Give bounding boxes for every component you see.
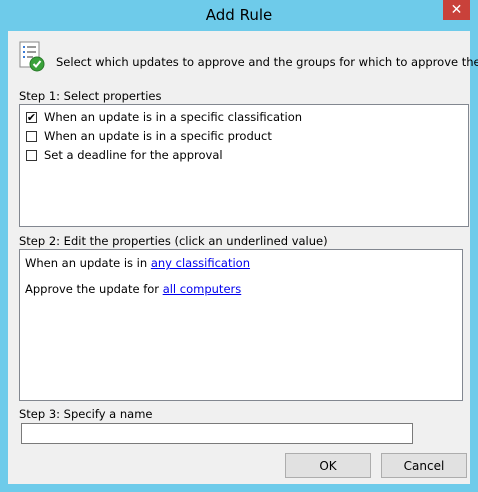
rule-prefix: When an update is in bbox=[25, 256, 151, 270]
close-icon: ✕ bbox=[450, 2, 463, 18]
step1-label: Step 1: Select properties bbox=[19, 89, 162, 103]
checklist-approve-icon bbox=[19, 41, 45, 72]
cancel-button[interactable]: Cancel bbox=[381, 453, 467, 478]
property-item-classification[interactable]: ✔ When an update is in a specific classi… bbox=[26, 110, 302, 124]
title-bar[interactable]: Add Rule ✕ bbox=[0, 0, 478, 31]
step3-label: Step 3: Specify a name bbox=[19, 407, 153, 421]
properties-editor: When an update is in any classification … bbox=[19, 249, 463, 401]
property-item-product[interactable]: When an update is in a specific product bbox=[26, 129, 272, 143]
properties-list: ✔ When an update is in a specific classi… bbox=[19, 104, 469, 227]
property-item-deadline[interactable]: Set a deadline for the approval bbox=[26, 148, 223, 162]
header-instruction: Select which updates to approve and the … bbox=[56, 55, 478, 69]
product-checkbox[interactable] bbox=[26, 130, 37, 142]
computers-rule-line: Approve the update for all computers bbox=[25, 282, 241, 296]
dialog-window: Add Rule ✕ Select which updates to appro… bbox=[0, 0, 478, 492]
property-item-label: When an update is in a specific product bbox=[44, 129, 272, 143]
step2-label: Step 2: Edit the properties (click an un… bbox=[19, 234, 328, 248]
ok-button[interactable]: OK bbox=[285, 453, 371, 478]
any-classification-link[interactable]: any classification bbox=[151, 256, 250, 270]
deadline-checkbox[interactable] bbox=[26, 149, 37, 161]
window-title: Add Rule bbox=[205, 6, 273, 24]
dialog-body: Select which updates to approve and the … bbox=[8, 31, 478, 484]
rule-prefix: Approve the update for bbox=[25, 282, 163, 296]
rule-name-input[interactable] bbox=[21, 423, 413, 444]
close-button[interactable]: ✕ bbox=[443, 0, 470, 20]
all-computers-link[interactable]: all computers bbox=[163, 282, 242, 296]
classification-rule-line: When an update is in any classification bbox=[25, 256, 250, 270]
classification-checkbox[interactable]: ✔ bbox=[26, 111, 37, 123]
property-item-label: When an update is in a specific classifi… bbox=[44, 110, 303, 124]
property-item-label: Set a deadline for the approval bbox=[44, 148, 223, 162]
